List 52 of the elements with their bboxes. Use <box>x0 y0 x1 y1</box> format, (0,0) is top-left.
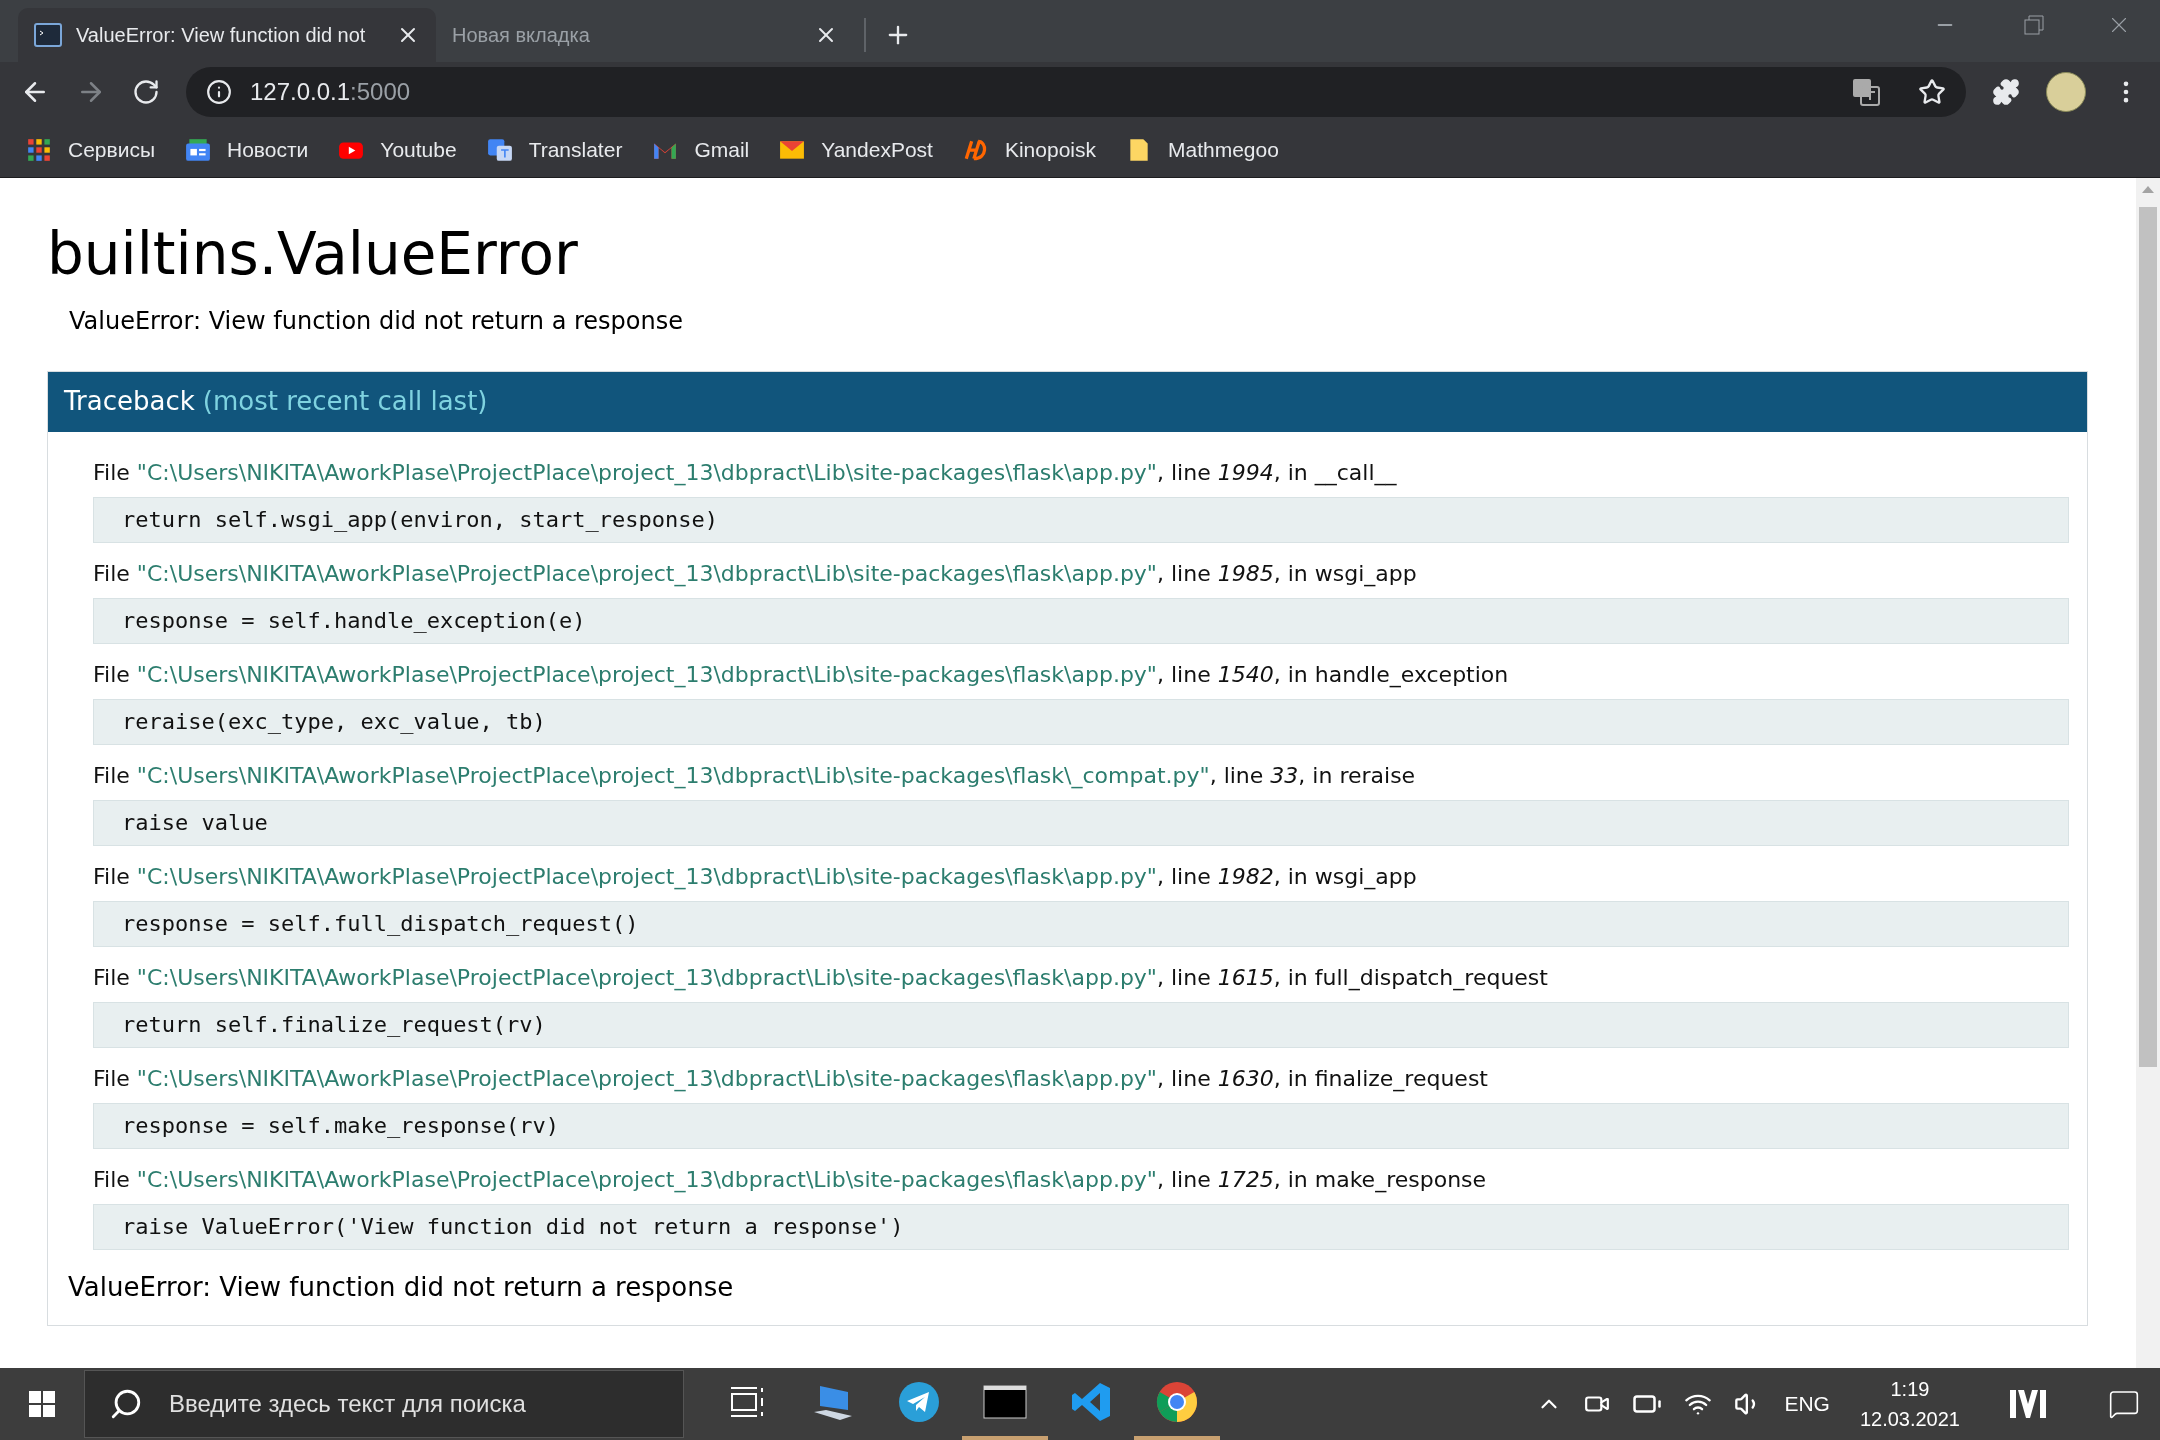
terminal-icon[interactable] <box>983 1385 1027 1419</box>
translate-icon[interactable] <box>1852 78 1880 106</box>
grid-icon <box>26 136 52 163</box>
frame-location: File "C:\Users\NIKITA\AworkPlase\ProjectPlace\project_13\dbpract\Lib\site-packages\flask\app.py", line 1630, in finalize_request <box>93 1064 1489 1094</box>
error-message: ValueError: View function did not return a response <box>67 1270 734 1304</box>
bookmark[interactable]: Youtube <box>338 133 457 166</box>
bookmark[interactable]: YandexPost <box>779 133 933 166</box>
scrollbar[interactable] <box>2136 178 2160 1368</box>
clock-time[interactable]: 1:19 <box>1890 1374 1930 1404</box>
restore-icon[interactable] <box>2024 15 2044 35</box>
notification-icon[interactable] <box>2108 1388 2140 1420</box>
bookmark[interactable]: Новости <box>185 133 309 166</box>
frame-location: File "C:\Users\NIKITA\AworkPlase\ProjectPlace\project_13\dbpract\Lib\site-packages\flask\app.py", line 1982, in wsgi_app <box>93 862 1418 892</box>
bookmark[interactable]: Translater <box>486 133 623 166</box>
bookmark[interactable]: Kinopoisk <box>962 133 1096 166</box>
frame-location: File "C:\Users\NIKITA\AworkPlase\ProjectPlace\project_13\dbpract\Lib\site-packages\flask\_compat.py", line 33, in reraise <box>93 761 1417 791</box>
url-text: 127.0.0.1:5000 <box>250 77 412 107</box>
frame-location: File "C:\Users\NIKITA\AworkPlase\ProjectPlace\project_13\dbpract\Lib\site-packages\flask\app.py", line 1540, in handle_exception <box>93 660 1510 690</box>
frame-location: File "C:\Users\NIKITA\AworkPlase\ProjectPlace\project_13\dbpract\Lib\site-packages\flask\app.py", line 1994, in __call__ <box>93 458 1398 488</box>
clock-date[interactable]: 12.03.2021 <box>1859 1404 1960 1434</box>
news-icon <box>185 136 211 163</box>
frame-location: File "C:\Users\NIKITA\AworkPlase\ProjectPlace\project_13\dbpract\Lib\site-packages\flask\app.py", line 1985, in wsgi_app <box>93 559 1418 589</box>
frame-location: File "C:\Users\NIKITA\AworkPlase\ProjectPlace\project_13\dbpract\Lib\site-packages\flask\app.py", line 1615, in full_dispatch_request <box>93 963 1549 993</box>
windows-logo-icon[interactable] <box>29 1391 55 1417</box>
terminal-icon <box>34 23 62 47</box>
traceback-note: (most recent call last) <box>202 385 488 418</box>
reload-icon[interactable] <box>132 78 160 106</box>
task-view-icon[interactable] <box>729 1386 765 1418</box>
translate-icon <box>486 136 513 163</box>
error-message: ValueError: View function did not return a response <box>69 305 683 337</box>
bookmark[interactable]: Mathmegoo <box>1126 133 1279 166</box>
bookmark[interactable]: Сервисы <box>26 133 155 166</box>
info-icon <box>206 79 232 105</box>
tab-title: Новая вкладка <box>452 23 591 48</box>
browser-tab[interactable]: Новая вкладка <box>436 8 854 62</box>
address-field[interactable]: 127.0.0.1:5000 <box>186 67 1966 117</box>
frame-location: File "C:\Users\NIKITA\AworkPlase\ProjectPlace\project_13\dbpract\Lib\site-packages\flask\app.py", line 1725, in make_response <box>93 1165 1488 1195</box>
code-editor-icon[interactable] <box>1070 1381 1112 1423</box>
star-icon[interactable] <box>1918 78 1946 106</box>
search-icon <box>109 1387 143 1421</box>
avatar[interactable] <box>2046 72 2086 112</box>
tab-title: ValueError: View function did not <box>76 23 367 48</box>
browser-tab[interactable]: ValueError: View function did not <box>18 8 436 62</box>
page-title: builtins.ValueError <box>47 219 578 290</box>
chrome-icon[interactable] <box>1156 1381 1198 1423</box>
language-indicator[interactable]: ENG <box>1784 1388 1830 1420</box>
extensions-icon[interactable] <box>1992 78 2020 106</box>
bookmark[interactable]: Gmail <box>652 133 750 166</box>
traceback-title: Traceback <box>64 385 195 418</box>
taskbar-search-field[interactable]: Введите здесь текст для поиска <box>84 1370 684 1438</box>
m-logo-icon[interactable] <box>2010 1390 2046 1418</box>
paper-plane-icon[interactable] <box>898 1381 940 1423</box>
